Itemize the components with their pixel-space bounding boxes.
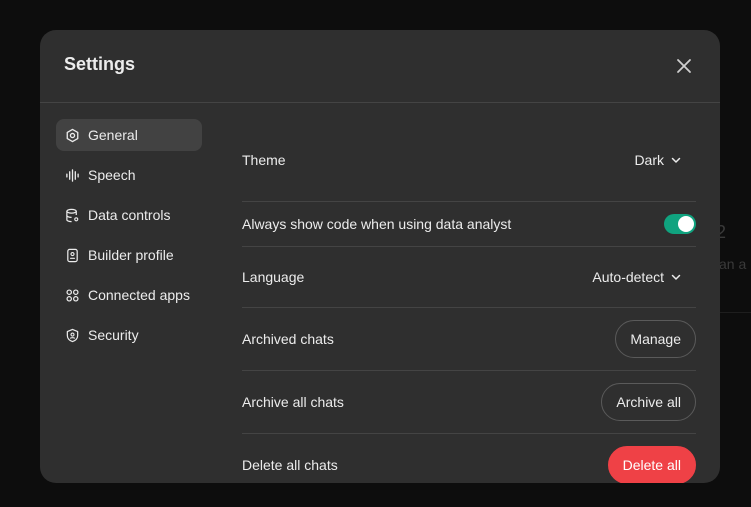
chevron-down-icon	[671, 274, 681, 280]
background-divider	[720, 312, 751, 313]
code-toggle-row: Always show code when using data analyst	[242, 202, 696, 247]
sidebar-item-label: Builder profile	[88, 247, 174, 263]
theme-row: Theme Dark	[242, 119, 696, 202]
modal-title: Settings	[64, 54, 136, 74]
waveform-icon	[64, 167, 80, 183]
code-toggle-switch[interactable]	[664, 214, 696, 234]
settings-modal: Settings General Speech Data controls Bu…	[40, 30, 720, 483]
toggle-knob	[678, 216, 694, 232]
close-button[interactable]	[672, 54, 696, 78]
delete-all-row: Delete all chats Delete all	[242, 434, 696, 483]
language-value: Auto-detect	[592, 269, 664, 285]
sidebar-item-builder-profile[interactable]: Builder profile	[56, 239, 202, 271]
delete-all-button[interactable]: Delete all	[607, 446, 696, 483]
manage-button[interactable]: Manage	[615, 320, 696, 358]
settings-sidebar: General Speech Data controls Builder pro…	[56, 119, 202, 359]
chevron-down-icon	[671, 157, 681, 163]
sidebar-item-label: General	[88, 127, 138, 143]
sidebar-item-general[interactable]: General	[56, 119, 202, 151]
delete-all-label: Delete all chats	[242, 457, 338, 473]
sidebar-item-security[interactable]: Security	[56, 319, 202, 351]
theme-label: Theme	[242, 152, 286, 168]
sidebar-item-label: Security	[88, 327, 139, 343]
archive-all-row: Archive all chats Archive all	[242, 371, 696, 434]
sidebar-item-speech[interactable]: Speech	[56, 159, 202, 191]
language-dropdown[interactable]: Auto-detect	[592, 269, 696, 285]
language-row: Language Auto-detect	[242, 247, 696, 308]
close-icon	[677, 59, 691, 73]
theme-value: Dark	[634, 152, 664, 168]
sidebar-item-label: Speech	[88, 167, 136, 183]
archive-all-label: Archive all chats	[242, 394, 344, 410]
archive-all-button[interactable]: Archive all	[601, 383, 696, 421]
theme-dropdown[interactable]: Dark	[634, 152, 696, 168]
code-toggle-label: Always show code when using data analyst	[242, 216, 512, 232]
general-settings-panel: Theme Dark Always show code when using d…	[242, 119, 696, 483]
sidebar-item-label: Data controls	[88, 207, 171, 223]
id-badge-icon	[64, 247, 80, 263]
gear-icon	[64, 127, 80, 143]
background-text-fragment: an a	[719, 256, 747, 272]
database-icon	[64, 207, 80, 223]
apps-grid-icon	[64, 287, 80, 303]
sidebar-item-data-controls[interactable]: Data controls	[56, 199, 202, 231]
archived-chats-row: Archived chats Manage	[242, 308, 696, 371]
sidebar-item-label: Connected apps	[88, 287, 190, 303]
archived-chats-label: Archived chats	[242, 331, 334, 347]
shield-icon	[64, 327, 80, 343]
sidebar-item-connected-apps[interactable]: Connected apps	[56, 279, 202, 311]
modal-header: Settings	[40, 30, 720, 103]
language-label: Language	[242, 269, 305, 285]
